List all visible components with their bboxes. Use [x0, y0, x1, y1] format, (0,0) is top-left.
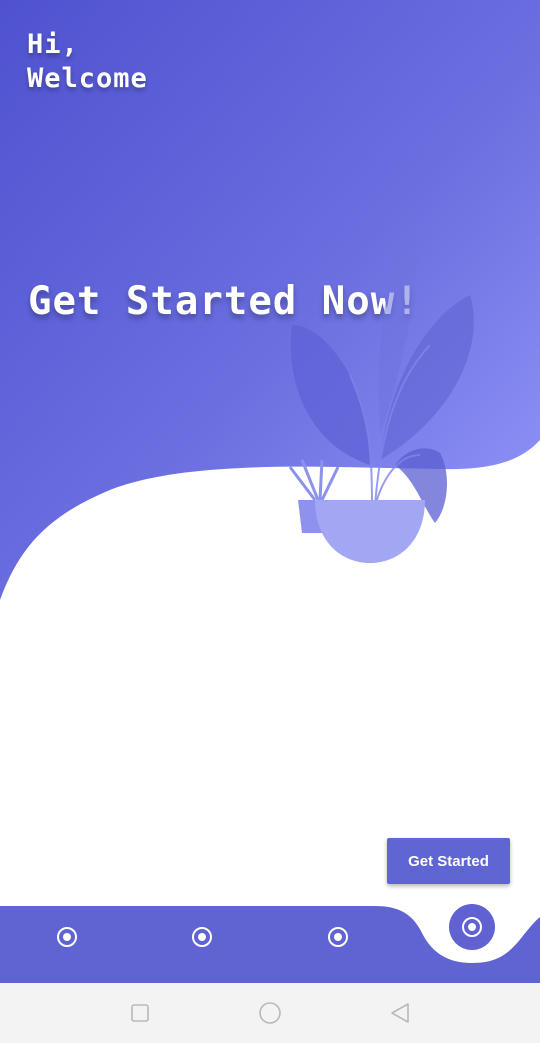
back-triangle-icon: [391, 1003, 409, 1023]
radio-dot-icon: [462, 917, 482, 937]
nav-item-2[interactable]: [190, 925, 214, 949]
potted-plant-illustration: [288, 213, 474, 563]
greeting-line-2: Welcome: [27, 63, 148, 94]
radio-dot-icon: [328, 927, 348, 947]
recents-square-icon: [131, 1004, 149, 1022]
nav-item-active[interactable]: [449, 904, 495, 950]
back-button[interactable]: [387, 1000, 413, 1026]
bottom-navigation: [0, 895, 540, 983]
home-circle-icon: [259, 1002, 281, 1024]
welcome-screen: Hi, Welcome Get Started Now! Get Started: [0, 0, 540, 1043]
greeting-line-1: Hi,: [27, 29, 79, 60]
nav-item-3[interactable]: [326, 925, 350, 949]
radio-dot-icon: [192, 927, 212, 947]
greeting: Hi, Welcome: [27, 28, 148, 96]
get-started-button[interactable]: Get Started: [387, 838, 510, 884]
system-navigation-bar: [0, 983, 540, 1043]
recents-button[interactable]: [127, 1000, 153, 1026]
nav-item-1[interactable]: [55, 925, 79, 949]
radio-dot-icon: [57, 927, 77, 947]
home-button[interactable]: [257, 1000, 283, 1026]
